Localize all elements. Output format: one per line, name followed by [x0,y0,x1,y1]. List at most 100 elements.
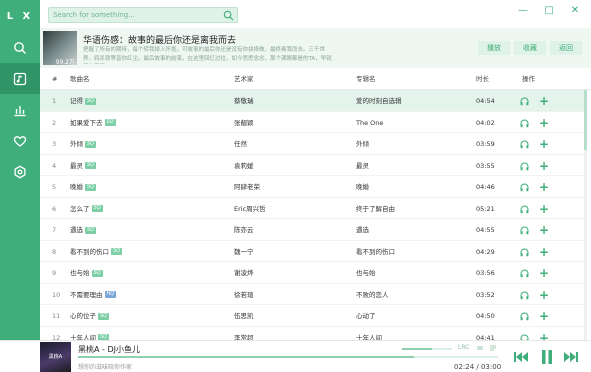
song-album[interactable]: 终于了解自由 [356,198,395,220]
quality-badge: SQ [104,119,116,126]
progress-bar[interactable] [78,356,498,358]
headphones-icon[interactable] [520,183,529,192]
header-album: 专辑名 [356,75,376,83]
play-button[interactable]: 播放 [478,41,510,55]
nav-song-list[interactable] [0,63,40,94]
table-row[interactable]: 4 最灵 SQ 袁莉媛 最灵 03:55 + [40,155,584,177]
table-row[interactable]: 5 晚婚 SQ 阿肆老荣 晚婚 04:46 + [40,176,584,198]
table-row[interactable]: 2 如果爱下去 SQ 张靓颖 The One 04:02 + [40,112,584,134]
song-album[interactable]: 外倾 [356,133,369,155]
headphones-icon[interactable] [520,140,529,149]
song-album[interactable]: 爱的时刻自选辑 [356,90,402,112]
add-icon[interactable]: + [539,262,549,284]
back-button[interactable]: 返回 [550,41,582,55]
song-album[interactable]: The One [356,112,383,134]
headphones-icon[interactable] [520,226,529,235]
row-index: 10 [52,290,61,299]
song-album[interactable]: 也与始 [356,262,376,284]
song-artist[interactable]: 任然 [234,133,247,155]
playlist-icon[interactable] [489,344,497,352]
table-row[interactable]: 6 怎么了 SQ Eric周兴哲 终于了解自由 05:21 + [40,198,584,220]
playlist-description: 把握了所有的期待，每个转我掉入怀抱，可故事的最后你还是没有你抉择做，最终离我而去… [83,47,332,62]
repeat-icon[interactable] [476,344,484,352]
previous-icon[interactable] [512,349,530,365]
player-bar: 黑桃A 黑桃A - DJ小鱼儿 LRC 想你的滋味陪你作家 02:24 / 03… [0,340,591,372]
headphones-icon[interactable] [520,269,529,278]
song-name: 记得 SQ [70,90,97,112]
song-duration: 05:21 [476,204,495,213]
row-index: 11 [52,312,61,320]
table-row[interactable]: 8 看不到的伤口 SQ 魏一宁 看不到的伤口 04:29 + [40,241,584,263]
add-icon[interactable]: + [539,219,549,241]
add-icon[interactable]: + [539,112,549,134]
add-icon[interactable]: + [539,305,549,327]
song-artist[interactable]: 蔡敬瑞 [234,90,254,112]
now-playing-cover[interactable]: 黑桃A [40,342,71,372]
lyrics-toggle[interactable]: LRC [458,344,469,351]
song-album[interactable]: 不败的恋人 [356,284,389,306]
table-row[interactable]: 9 也与始 SQ 谢凌烨 也与始 03:56 + [40,262,584,284]
song-artist[interactable]: 魏一宁 [234,241,254,263]
add-icon[interactable]: + [539,133,549,155]
song-duration: 04:55 [476,226,495,234]
nav-search[interactable] [0,32,40,63]
song-artist[interactable]: Eric周兴哲 [234,198,266,220]
quality-badge: HQ [104,291,117,298]
scrollbar[interactable] [584,90,587,340]
headphones-icon[interactable] [520,291,529,300]
song-duration: 03:55 [476,161,495,170]
pause-icon[interactable] [538,349,556,365]
headphones-icon[interactable] [520,205,529,214]
song-artist[interactable]: 张靓颖 [234,112,254,134]
add-icon[interactable]: + [539,90,549,112]
row-index: 7 [52,226,57,234]
song-title: 最灵 [70,161,83,170]
headphones-icon[interactable] [520,248,529,257]
header-artist: 艺术家 [234,75,254,83]
song-list-icon [13,72,27,85]
song-artist[interactable]: 徐若瑄 [234,284,254,306]
song-artist[interactable]: 袁莉媛 [234,155,254,177]
table-row[interactable]: 1 记得 SQ 蔡敬瑞 爱的时刻自选辑 04:54 + [40,90,584,112]
song-artist[interactable]: 陈亦云 [234,219,254,241]
row-index: 8 [52,247,57,256]
scroll-thumb[interactable] [584,90,587,150]
song-album[interactable]: 看不到的伤口 [356,241,395,263]
song-name: 心的位子 SQ [70,305,110,327]
next-icon[interactable] [562,349,580,365]
add-icon[interactable]: + [539,241,549,263]
song-album[interactable]: 最灵 [356,155,369,177]
table-row[interactable]: 10 不需要理由 HQ 徐若瑄 不败的恋人 03:52 + [40,284,584,306]
maximize-button[interactable]: □ [543,5,555,17]
nav-settings[interactable] [0,156,40,187]
headphones-icon[interactable] [520,97,529,106]
close-button[interactable]: ✕ [569,5,581,17]
collect-button[interactable]: 收藏 [514,41,546,55]
table-row[interactable]: 11 心的位子 SQ 伍思凯 心动了 04:50 + [40,305,584,327]
row-index: 3 [52,140,57,148]
song-album[interactable]: 晚婚 [356,176,369,198]
sidebar: L X [0,0,40,340]
song-artist[interactable]: 伍思凯 [234,305,254,327]
nav-leaderboard[interactable] [0,94,40,125]
add-icon[interactable]: + [539,198,549,220]
headphones-icon[interactable] [520,119,529,128]
headphones-icon[interactable] [520,312,529,321]
song-album[interactable]: 遇选 [356,219,369,241]
table-row[interactable]: 7 遇选 SQ 陈亦云 遇选 04:55 + [40,219,584,241]
add-icon[interactable]: + [539,176,549,198]
search-input[interactable] [49,8,219,22]
minimize-button[interactable]: — [517,5,529,17]
nav-favorites[interactable] [0,125,40,156]
song-album[interactable]: 心动了 [356,305,376,327]
song-artist[interactable]: 谢凌烨 [234,262,254,284]
song-name: 晚婚 SQ [70,176,97,198]
volume-slider[interactable] [402,348,452,350]
add-icon[interactable]: + [539,155,549,177]
search-icon[interactable] [223,10,234,21]
table-row[interactable]: 3 外倾 SQ 任然 外倾 03:59 + [40,133,584,155]
add-icon[interactable]: + [539,284,549,306]
gear-icon [14,165,26,178]
headphones-icon[interactable] [520,162,529,171]
song-artist[interactable]: 阿肆老荣 [234,176,260,198]
